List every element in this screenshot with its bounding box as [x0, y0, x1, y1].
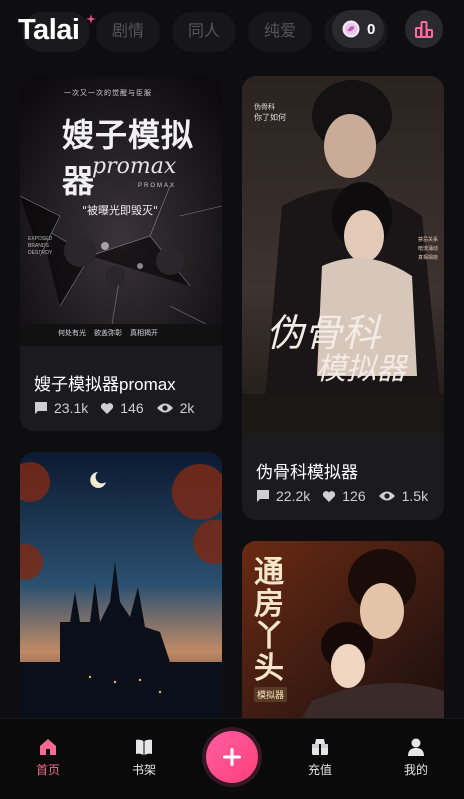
coin-count: 0: [367, 20, 376, 38]
nav-home[interactable]: 首页: [18, 737, 78, 778]
cover-bottom-tag: 何处有光: [58, 330, 86, 337]
story-stats: 23.1k 146 2k: [34, 400, 206, 416]
view-stat: 1.5k: [378, 488, 428, 504]
cover-side-text: 禁忌关系 暗流涌动 真相揭晓: [418, 236, 438, 263]
cover-side-line: DESTROY: [28, 250, 53, 256]
cover-headline: 模拟器: [316, 352, 406, 387]
cover-text-top: 一次又一次的觉醒与臣服: [64, 90, 152, 97]
eye-icon: [156, 403, 173, 413]
story-cover-image: [20, 452, 222, 718]
like-stat: 146: [100, 400, 144, 416]
cover-bottom-tag: 真相揭开: [130, 330, 158, 337]
story-card-info: 伪骨科模拟器 22.2k 126 1.5k: [242, 434, 444, 520]
app-logo: Talai: [18, 14, 80, 46]
cover-bottom-tag: 欲盖弥彰: [94, 330, 122, 337]
cover-small-title: 伪骨科: [254, 104, 275, 111]
comment-stat: 23.1k: [34, 400, 88, 416]
comment-count: 23.1k: [54, 400, 89, 416]
home-icon: [40, 739, 56, 755]
bar-chart-icon: [415, 21, 433, 38]
comment-count: 22.2k: [276, 488, 311, 504]
nav-recharge[interactable]: 充值: [290, 737, 350, 778]
view-stat: 2k: [156, 400, 195, 416]
story-title: 伪骨科模拟器: [256, 463, 358, 482]
nav-bookshelf[interactable]: 书架: [114, 737, 174, 778]
cover-bottom-tags: 何处有光 欲盖弥彰 真相揭开: [58, 328, 158, 338]
plus-icon: [223, 748, 241, 766]
nav-home-label: 首页: [35, 763, 60, 777]
heart-icon: [101, 402, 114, 414]
sparkle-icon: [86, 14, 96, 24]
tab-pure-love[interactable]: 纯爱: [248, 12, 313, 52]
like-count: 126: [342, 488, 366, 504]
tab-fanfic[interactable]: 同人: [172, 12, 237, 52]
cover-side-line: BRANDS: [28, 243, 49, 249]
coin-balance-button[interactable]: 0: [332, 10, 384, 48]
view-count: 2k: [179, 400, 195, 416]
user-icon: [408, 738, 424, 756]
view-count: 1.5k: [401, 488, 429, 504]
story-card[interactable]: 通房丫头 模拟器: [242, 541, 444, 718]
comment-icon: [35, 402, 47, 414]
story-title: 嫂子模拟器promax: [34, 375, 176, 394]
like-count: 146: [120, 400, 144, 416]
story-card-info: 嫂子模拟器promax 23.1k 146 2k: [20, 346, 222, 431]
heart-icon: [323, 490, 336, 502]
cover-seal: 模拟器: [254, 687, 288, 702]
eye-icon: [378, 491, 395, 501]
cover-side-text: EXPOSED BRANDS DESTROY: [28, 236, 52, 257]
cover-quote: "被曝光即毁灭": [82, 204, 159, 217]
nav-profile[interactable]: 我的: [386, 737, 446, 778]
cover-small-subtitle: 你了如何: [254, 113, 286, 122]
like-stat: 126: [322, 488, 366, 504]
coin-icon: [342, 20, 360, 38]
top-header: 剧情 同人 纯爱 百合 Talai 0: [0, 0, 464, 64]
cover-side-line: 禁忌关系: [418, 237, 439, 243]
story-card[interactable]: [20, 452, 222, 718]
cover-side-line: EXPOSED: [28, 236, 53, 242]
tab-plot[interactable]: 剧情: [96, 12, 161, 52]
story-stats: 22.2k 126 1.5k: [256, 488, 440, 504]
cover-side-line: 暗流涌动: [418, 246, 439, 252]
gift-box-icon: [312, 739, 328, 755]
nav-profile-label: 我的: [403, 763, 428, 777]
story-card[interactable]: 伪骨科 你了如何 伪骨科 模拟器 禁忌关系 暗流涌动 真相揭晓 伪骨科模拟器 2…: [242, 76, 444, 520]
book-icon: [136, 739, 152, 755]
cover-script: promax: [92, 154, 177, 179]
nav-bookshelf-label: 书架: [131, 763, 156, 777]
cover-promax: PROMAX: [138, 183, 177, 189]
cover-headline: 通房丫头: [254, 555, 284, 686]
ranking-button[interactable]: [405, 10, 443, 48]
story-card[interactable]: 一次又一次的觉醒与臣服 嫂子模拟器 promax PROMAX "被曝光即毁灭"…: [20, 76, 222, 431]
comment-icon: [257, 490, 269, 502]
cover-side-line: 真相揭晓: [418, 255, 439, 261]
comment-stat: 22.2k: [256, 488, 310, 504]
nav-recharge-label: 充值: [307, 763, 332, 777]
create-button[interactable]: [206, 731, 258, 783]
